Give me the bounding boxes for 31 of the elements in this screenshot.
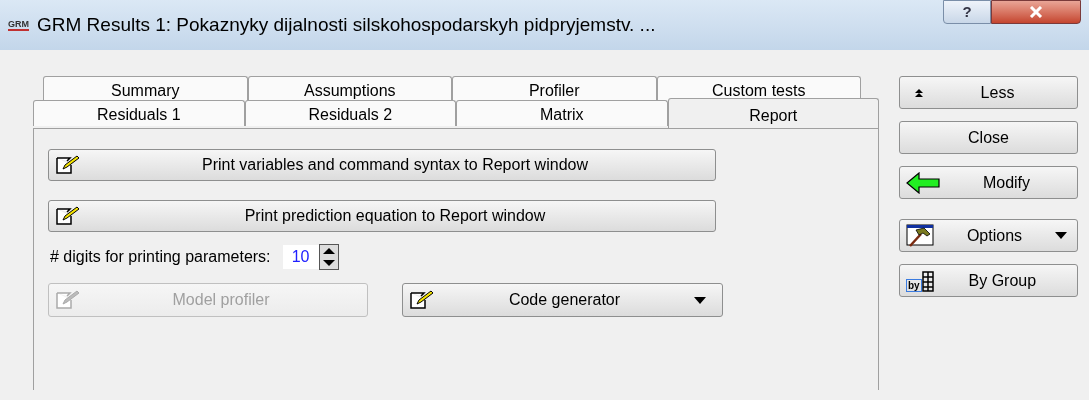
spin-buttons[interactable] xyxy=(318,244,339,270)
notepad-pencil-icon xyxy=(55,206,81,226)
modify-button[interactable]: Modify xyxy=(899,166,1078,199)
tab[interactable]: Report xyxy=(667,98,879,128)
tab[interactable]: Residuals 2 xyxy=(244,100,456,126)
close-dialog-button[interactable]: Close xyxy=(899,121,1078,154)
tab[interactable]: Assumptions xyxy=(247,76,452,102)
hammer-icon xyxy=(906,223,934,248)
help-button[interactable]: ? xyxy=(943,0,991,24)
caret-icon xyxy=(1055,232,1067,239)
digits-label: # digits for printing parameters: xyxy=(49,247,271,267)
left-arrow-icon xyxy=(906,171,942,194)
print-button[interactable]: Print variables and command syntax to Report window xyxy=(48,149,716,181)
bygroup-button[interactable]: by By Group xyxy=(899,264,1078,297)
close-button[interactable] xyxy=(991,0,1081,24)
window-title: GRM Results 1: Pokaznyky dijalnosti silskohospodarskyh pidpryjemstv. ... xyxy=(37,12,656,37)
close-icon xyxy=(1029,6,1043,18)
caret-icon xyxy=(694,296,706,304)
notepad-pencil-icon xyxy=(55,290,81,310)
tab[interactable]: Profiler xyxy=(452,76,657,102)
generator-button[interactable]: Code generator xyxy=(402,283,723,317)
tab[interactable]: Summary xyxy=(43,76,248,102)
tab[interactable]: Matrix xyxy=(456,100,668,126)
notepad-pencil-icon xyxy=(55,155,81,175)
digits-field[interactable]: 10 xyxy=(282,245,319,269)
tab[interactable]: Residuals 1 xyxy=(33,100,245,126)
options-button[interactable]: Options xyxy=(899,219,1078,252)
print-button[interactable]: Print prediction equation to Report window xyxy=(48,200,716,232)
notepad-pencil-icon xyxy=(409,290,435,310)
less-button[interactable]: Less xyxy=(899,76,1078,109)
up-arrow-icon xyxy=(914,87,924,98)
